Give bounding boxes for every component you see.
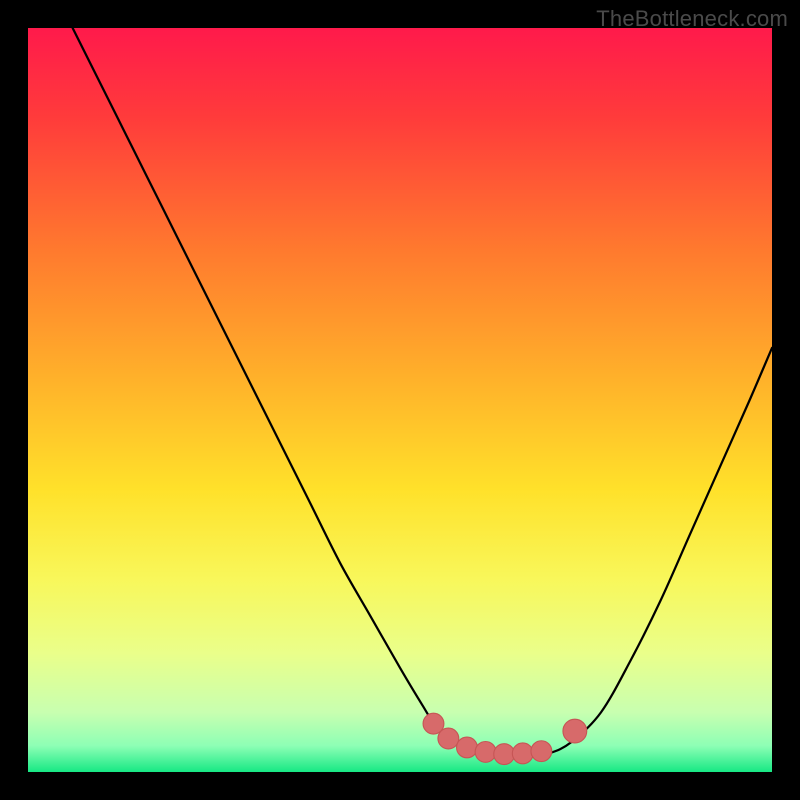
curve-marker xyxy=(531,741,552,762)
chart-svg xyxy=(28,28,772,772)
curve-marker xyxy=(438,728,459,749)
curve-marker xyxy=(512,743,533,764)
curve-marker xyxy=(563,719,587,743)
curve-marker xyxy=(475,741,496,762)
gradient-background xyxy=(28,28,772,772)
chart-root: TheBottleneck.com xyxy=(0,0,800,800)
plot-area xyxy=(28,28,772,772)
curve-marker xyxy=(457,737,478,758)
curve-marker xyxy=(494,744,515,765)
